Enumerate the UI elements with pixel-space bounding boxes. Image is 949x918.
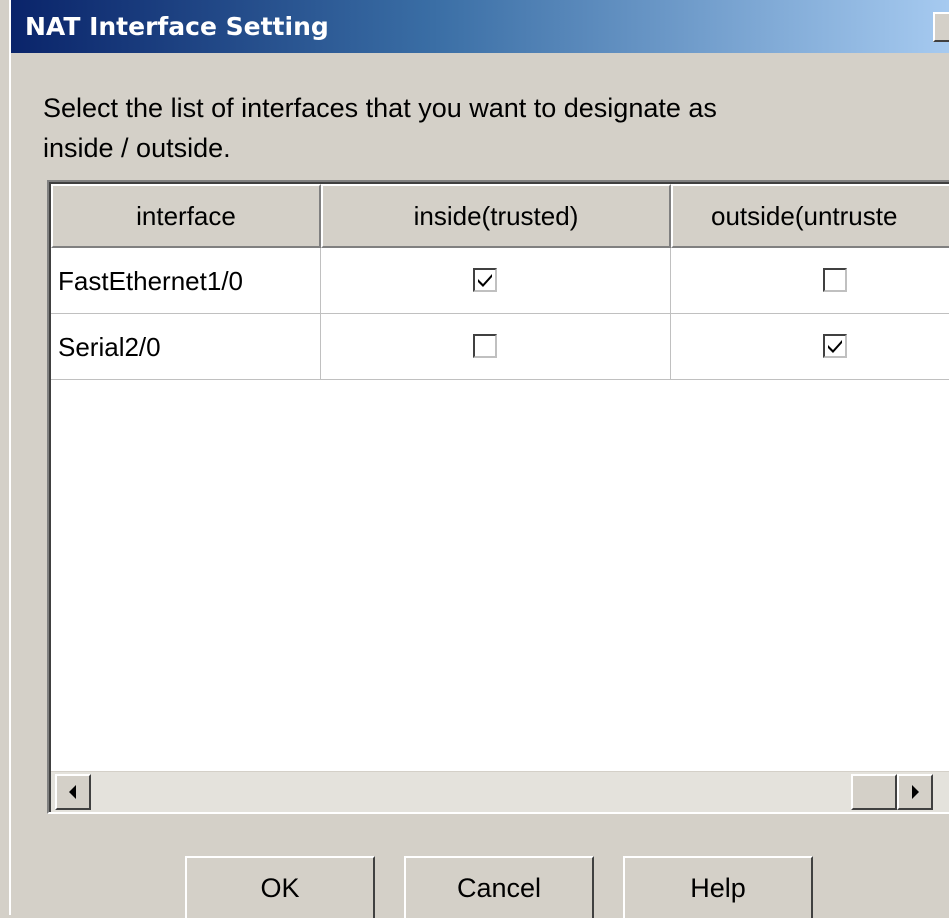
check-icon: [828, 340, 842, 353]
interface-name-cell: FastEthernet1/0: [51, 248, 321, 314]
column-header-inside[interactable]: inside(trusted): [321, 184, 671, 248]
help-button[interactable]: Help: [623, 856, 813, 918]
outside-checkbox[interactable]: [823, 334, 847, 358]
scroll-left-button[interactable]: [55, 774, 91, 810]
arrow-left-icon: [69, 785, 76, 799]
table-row[interactable]: Serial2/0: [51, 314, 949, 380]
outside-checkbox[interactable]: [823, 268, 847, 292]
inside-checkbox[interactable]: [473, 268, 497, 292]
check-icon: [478, 274, 492, 287]
column-header-interface[interactable]: interface: [51, 184, 321, 248]
window-title: NAT Interface Setting: [25, 12, 329, 41]
column-header-outside[interactable]: outside(untruste: [671, 184, 949, 248]
interface-name-cell: Serial2/0: [51, 314, 321, 380]
inside-cell: [321, 314, 671, 380]
horizontal-scrollbar[interactable]: [51, 771, 949, 812]
cancel-button[interactable]: Cancel: [404, 856, 594, 918]
ok-button[interactable]: OK: [185, 856, 375, 918]
table-header: interface inside(trusted) outside(untrus…: [51, 184, 949, 248]
title-bar[interactable]: NAT Interface Setting: [11, 0, 949, 53]
scroll-right-button[interactable]: [897, 774, 933, 810]
outside-cell: [671, 248, 949, 314]
table-viewport: interface inside(trusted) outside(untrus…: [49, 182, 949, 812]
inside-cell: [321, 248, 671, 314]
scroll-thumb[interactable]: [851, 774, 897, 810]
nat-interface-dialog: NAT Interface Setting Select the list of…: [9, 0, 949, 918]
arrow-right-icon: [912, 785, 919, 799]
table-row[interactable]: FastEthernet1/0: [51, 248, 949, 314]
interface-table: interface inside(trusted) outside(untrus…: [47, 180, 949, 814]
close-button[interactable]: [933, 12, 949, 42]
inside-checkbox[interactable]: [473, 334, 497, 358]
outside-cell: [671, 314, 949, 380]
instruction-text: Select the list of interfaces that you w…: [43, 93, 717, 163]
